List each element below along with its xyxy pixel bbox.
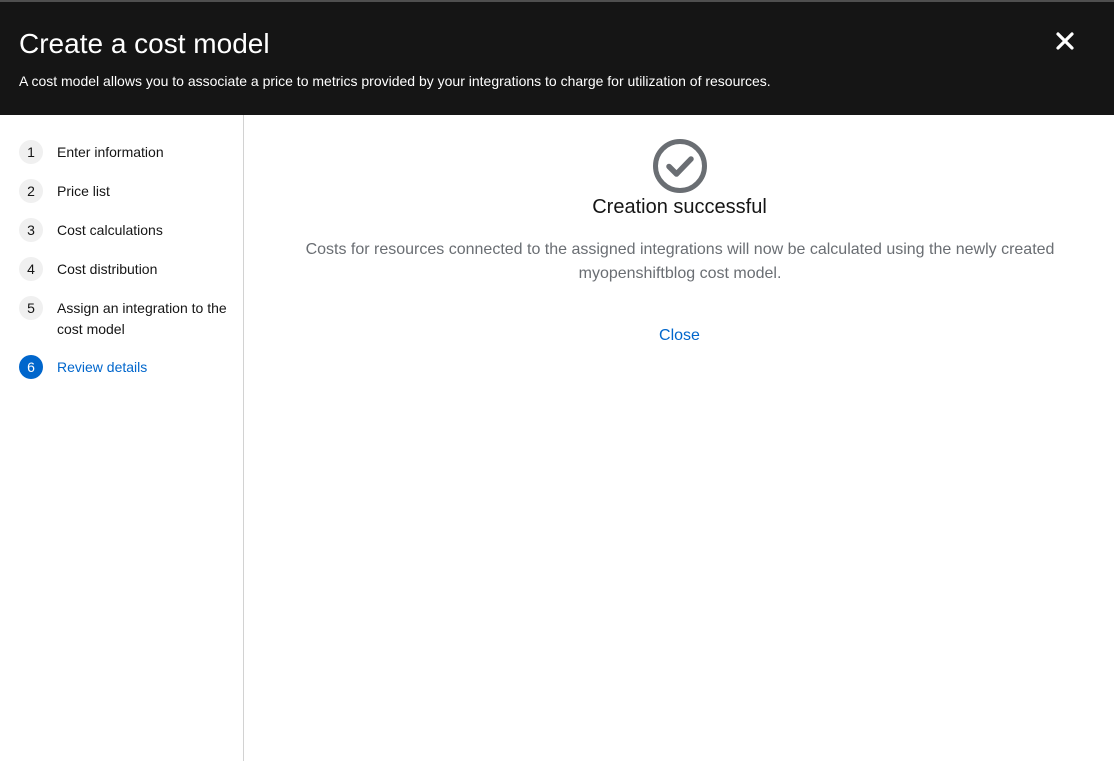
modal-description: A cost model allows you to associate a p… xyxy=(19,73,771,89)
wizard-body: Creation successful Costs for resources … xyxy=(245,115,1114,761)
modal-title: Create a cost model xyxy=(19,28,270,59)
step-number: 5 xyxy=(19,296,43,320)
success-title: Creation successful xyxy=(592,196,767,218)
step-label: Review details xyxy=(57,359,148,375)
wizard-nav: 1 Enter information 2 Price list 3 Cost … xyxy=(0,115,244,761)
create-cost-model-modal: Create a cost model A cost model allows … xyxy=(0,0,1114,761)
step-number: 4 xyxy=(19,257,43,281)
step-number: 2 xyxy=(19,179,43,203)
step-number: 6 xyxy=(19,355,43,379)
step-label: Cost calculations xyxy=(57,222,163,238)
close-link-row: Close xyxy=(245,325,1114,347)
step-label: Assign an integration to the cost model xyxy=(57,300,227,337)
success-message: Costs for resources connected to the ass… xyxy=(305,241,1055,282)
modal-header: Create a cost model A cost model allows … xyxy=(0,2,1114,115)
step-label: Cost distribution xyxy=(57,261,158,277)
step-number: 1 xyxy=(19,140,43,164)
step-number: 3 xyxy=(19,218,43,242)
step-label: Price list xyxy=(57,183,110,199)
check-circle-icon xyxy=(652,138,708,194)
close-icon[interactable] xyxy=(1052,28,1078,54)
step-label: Enter information xyxy=(57,144,164,160)
close-link[interactable]: Close xyxy=(659,327,700,344)
